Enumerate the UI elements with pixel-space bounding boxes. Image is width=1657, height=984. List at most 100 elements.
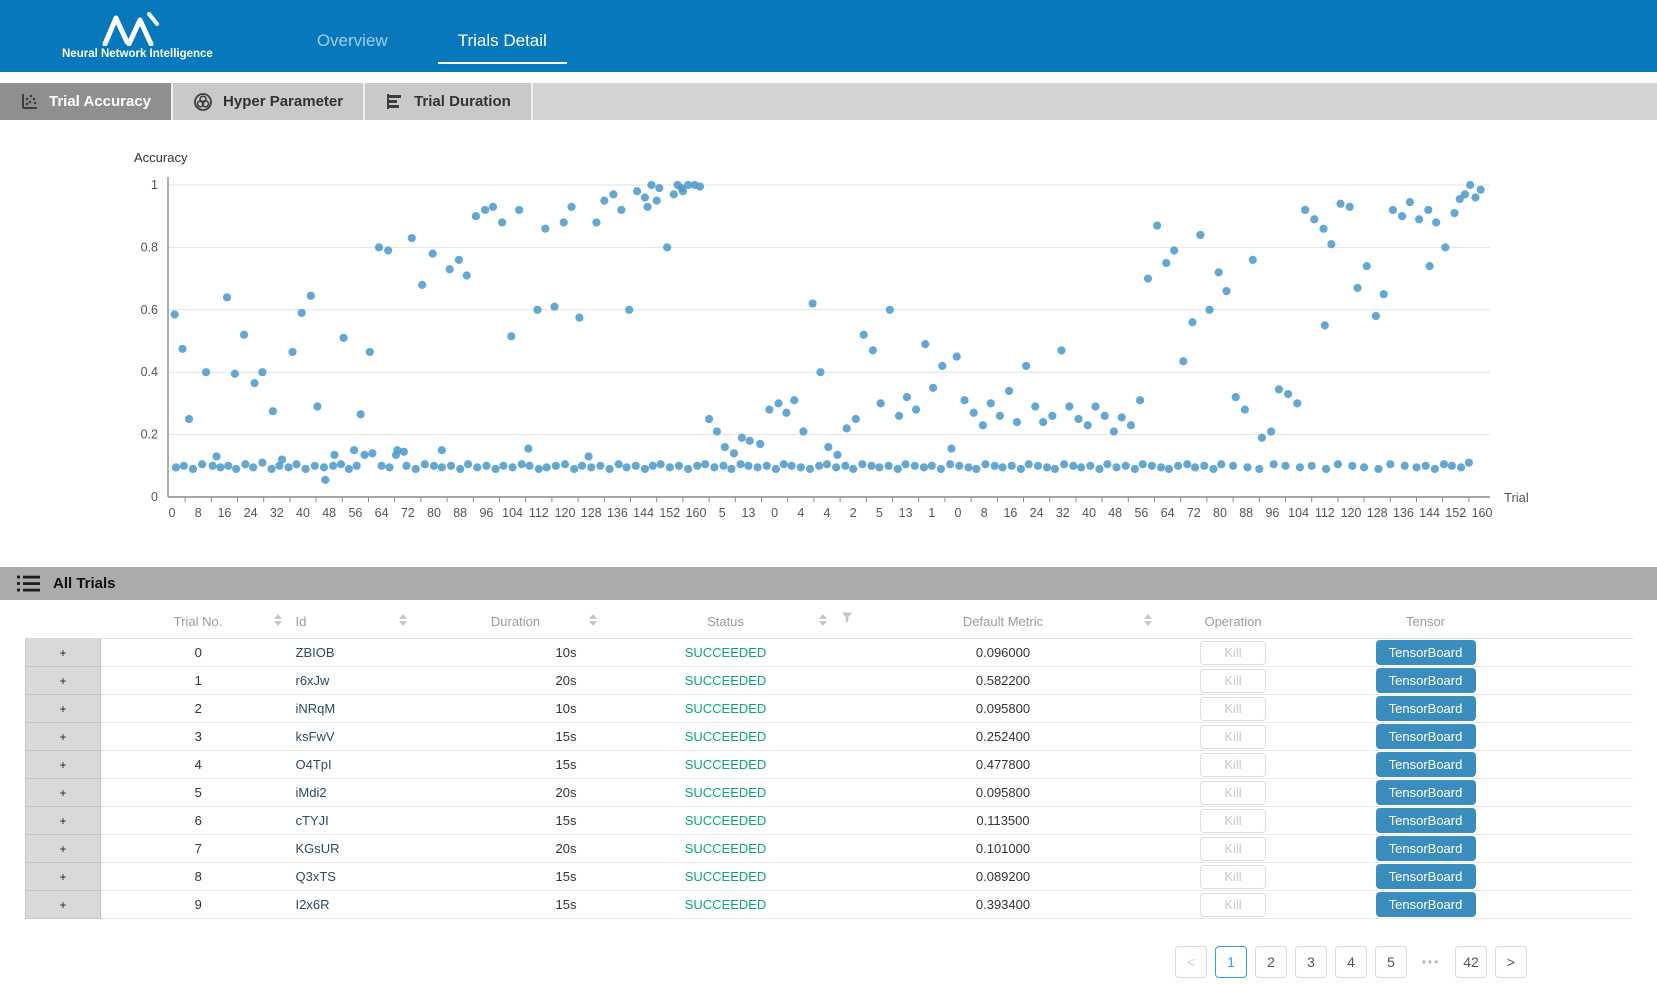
scatter-point[interactable] bbox=[1310, 215, 1318, 223]
scatter-point[interactable] bbox=[560, 218, 568, 226]
scatter-point[interactable] bbox=[408, 234, 416, 242]
scatter-point[interactable] bbox=[1275, 385, 1283, 393]
scatter-point[interactable] bbox=[241, 460, 249, 468]
scatter-point[interactable] bbox=[1157, 463, 1165, 471]
scatter-point[interactable] bbox=[605, 465, 613, 473]
scatter-point[interactable] bbox=[643, 203, 651, 211]
scatter-point[interactable] bbox=[921, 340, 929, 348]
scatter-point[interactable] bbox=[815, 462, 823, 470]
scatter-point[interactable] bbox=[1091, 402, 1099, 410]
row-expander-button[interactable]: + bbox=[26, 807, 101, 835]
scatter-point[interactable] bbox=[1432, 218, 1440, 226]
scatter-point[interactable] bbox=[824, 443, 832, 451]
scatter-point[interactable] bbox=[1196, 231, 1204, 239]
scatter-point[interactable] bbox=[1065, 402, 1073, 410]
scatter-point[interactable] bbox=[1048, 412, 1056, 420]
scatter-point[interactable] bbox=[938, 362, 946, 370]
tensorboard-button[interactable]: TensorBoard bbox=[1376, 864, 1476, 889]
scatter-point[interactable] bbox=[463, 271, 471, 279]
scatter-point[interactable] bbox=[418, 281, 426, 289]
scatter-point[interactable] bbox=[360, 451, 368, 459]
scatter-point[interactable] bbox=[189, 465, 197, 473]
scatter-point[interactable] bbox=[816, 368, 824, 376]
scatter-point[interactable] bbox=[1322, 465, 1330, 473]
scatter-point[interactable] bbox=[955, 462, 963, 470]
scatter-point[interactable] bbox=[641, 193, 649, 201]
scatter-point[interactable] bbox=[357, 410, 365, 418]
scatter-point[interactable] bbox=[421, 460, 429, 468]
scatter-point[interactable] bbox=[693, 462, 701, 470]
scatter-point[interactable] bbox=[393, 446, 401, 454]
scatter-point[interactable] bbox=[970, 409, 978, 417]
tensorboard-button[interactable]: TensorBoard bbox=[1376, 724, 1476, 749]
scatter-point[interactable] bbox=[1422, 462, 1430, 470]
scatter-point[interactable] bbox=[1301, 206, 1309, 214]
scatter-point[interactable] bbox=[288, 348, 296, 356]
tensorboard-button[interactable]: TensorBoard bbox=[1376, 752, 1476, 777]
scatter-point[interactable] bbox=[1074, 415, 1082, 423]
scatter-point[interactable] bbox=[1179, 357, 1187, 365]
scatter-point[interactable] bbox=[1069, 462, 1077, 470]
scatter-point[interactable] bbox=[1327, 240, 1335, 248]
scatter-point[interactable] bbox=[541, 225, 549, 233]
scatter-point[interactable] bbox=[1122, 462, 1130, 470]
scatter-point[interactable] bbox=[1215, 268, 1223, 276]
scatter-point[interactable] bbox=[284, 463, 292, 471]
scatter-point[interactable] bbox=[1466, 181, 1474, 189]
scatter-point[interactable] bbox=[240, 331, 248, 339]
scatter-point[interactable] bbox=[535, 465, 543, 473]
scatter-point[interactable] bbox=[552, 462, 560, 470]
scatter-point[interactable] bbox=[258, 368, 266, 376]
prev-page-button[interactable]: < bbox=[1175, 946, 1207, 978]
scatter-point[interactable] bbox=[267, 465, 275, 473]
scatter-point[interactable] bbox=[232, 465, 240, 473]
scatter-point[interactable] bbox=[515, 206, 523, 214]
scatter-point[interactable] bbox=[302, 465, 310, 473]
scatter-point[interactable] bbox=[1457, 463, 1465, 471]
scatter-point[interactable] bbox=[808, 299, 816, 307]
scatter-point[interactable] bbox=[1448, 462, 1456, 470]
scatter-point[interactable] bbox=[987, 399, 995, 407]
scatter-point[interactable] bbox=[1229, 462, 1237, 470]
scatter-point[interactable] bbox=[884, 462, 892, 470]
scatter-point[interactable] bbox=[561, 460, 569, 468]
scatter-point[interactable] bbox=[592, 218, 600, 226]
nav-overview[interactable]: Overview bbox=[303, 31, 402, 51]
next-page-button[interactable]: > bbox=[1495, 946, 1527, 978]
scatter-point[interactable] bbox=[1008, 462, 1016, 470]
scatter-point[interactable] bbox=[1465, 459, 1473, 467]
scatter-point[interactable] bbox=[1398, 212, 1406, 220]
page-button-42[interactable]: 42 bbox=[1455, 946, 1487, 978]
scatter-point[interactable] bbox=[320, 463, 328, 471]
scatter-point[interactable] bbox=[1057, 346, 1065, 354]
scatter-point[interactable] bbox=[1334, 460, 1342, 468]
scatter-point[interactable] bbox=[903, 393, 911, 401]
scatter-point[interactable] bbox=[1270, 460, 1278, 468]
scatter-point[interactable] bbox=[1401, 462, 1409, 470]
scatter-point[interactable] bbox=[877, 399, 885, 407]
scatter-point[interactable] bbox=[1101, 412, 1109, 420]
scatter-point[interactable] bbox=[202, 368, 210, 376]
scatter-point[interactable] bbox=[446, 265, 454, 273]
scatter-point[interactable] bbox=[438, 463, 446, 471]
scatter-point[interactable] bbox=[649, 462, 657, 470]
scatter-point[interactable] bbox=[1346, 203, 1354, 211]
scatter-point[interactable] bbox=[456, 465, 464, 473]
scatter-point[interactable] bbox=[860, 331, 868, 339]
scatter-point[interactable] bbox=[508, 463, 516, 471]
scatter-point[interactable] bbox=[366, 348, 374, 356]
scatter-point[interactable] bbox=[1321, 321, 1329, 329]
scatter-point[interactable] bbox=[1281, 462, 1289, 470]
scatter-point[interactable] bbox=[313, 402, 321, 410]
scatter-point[interactable] bbox=[947, 445, 955, 453]
scatter-point[interactable] bbox=[1412, 463, 1420, 471]
scatter-point[interactable] bbox=[329, 462, 337, 470]
scatter-point[interactable] bbox=[1477, 186, 1485, 194]
scatter-point[interactable] bbox=[1319, 225, 1327, 233]
scatter-point[interactable] bbox=[1118, 413, 1126, 421]
scatter-point[interactable] bbox=[499, 462, 507, 470]
scatter-point[interactable] bbox=[524, 445, 532, 453]
scatter-point[interactable] bbox=[171, 310, 179, 318]
scatter-point[interactable] bbox=[1293, 399, 1301, 407]
scatter-point[interactable] bbox=[384, 246, 392, 254]
